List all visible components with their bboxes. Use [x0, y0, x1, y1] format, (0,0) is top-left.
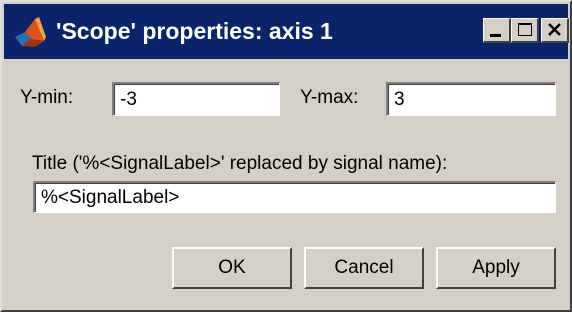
- maximize-button[interactable]: [511, 18, 539, 43]
- close-button[interactable]: [541, 18, 569, 43]
- properties-dialog: 'Scope' properties: axis 1 Y-min: Y-max:…: [0, 0, 572, 312]
- ymax-label: Y-max:: [300, 87, 359, 108]
- ok-button[interactable]: OK: [172, 247, 292, 289]
- apply-button[interactable]: Apply: [436, 247, 556, 289]
- close-icon: [548, 23, 561, 36]
- ymin-label: Y-min:: [20, 87, 74, 108]
- minimize-button[interactable]: [483, 18, 511, 43]
- title-bar[interactable]: 'Scope' properties: axis 1: [4, 4, 569, 59]
- cancel-button[interactable]: Cancel: [304, 247, 424, 289]
- minimize-icon: [490, 34, 501, 37]
- ymax-input[interactable]: [386, 82, 556, 116]
- maximize-icon: [518, 23, 532, 36]
- ymin-input[interactable]: [112, 82, 280, 116]
- title-field-label: Title ('%<SignalLabel>' replaced by sign…: [32, 153, 448, 174]
- title-input[interactable]: [33, 181, 556, 213]
- window-title: 'Scope' properties: axis 1: [56, 18, 333, 44]
- matlab-logo-icon: [13, 15, 47, 49]
